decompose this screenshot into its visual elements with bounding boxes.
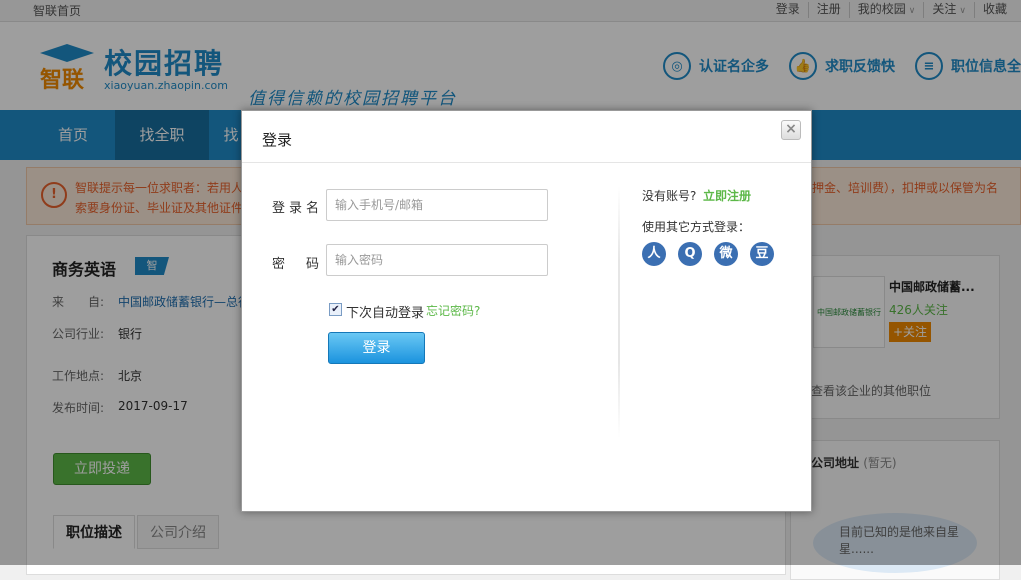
username-input[interactable] — [326, 189, 548, 221]
social-login-list: 人 Q 微 豆 — [642, 242, 786, 266]
remember-label: 下次自动登录 — [346, 306, 425, 321]
username-label: 登录名 — [272, 201, 324, 216]
register-now-link[interactable]: 立即注册 — [703, 187, 751, 204]
password-label: 密 码 — [272, 257, 324, 272]
login-dialog: 登录 × 登录名 密 码 ✔ 下次自动登录 忘记密码? 登录 没有账号? 立即注… — [241, 110, 812, 512]
remember-checkbox[interactable]: ✔ — [329, 303, 342, 316]
password-input[interactable] — [326, 244, 548, 276]
close-icon[interactable]: × — [781, 120, 801, 140]
dialog-divider — [618, 186, 620, 438]
douban-icon[interactable]: 豆 — [750, 242, 774, 266]
login-button[interactable]: 登录 — [328, 332, 425, 364]
no-account-text: 没有账号? — [642, 189, 697, 203]
dialog-header: 登录 × — [242, 111, 811, 163]
forgot-password-link[interactable]: 忘记密码? — [426, 302, 480, 319]
renren-icon[interactable]: 人 — [642, 242, 666, 266]
dialog-title: 登录 — [262, 131, 293, 149]
weibo-icon[interactable]: 微 — [714, 242, 738, 266]
qq-icon[interactable]: Q — [678, 242, 702, 266]
other-login-text: 使用其它方式登录： — [642, 220, 751, 234]
